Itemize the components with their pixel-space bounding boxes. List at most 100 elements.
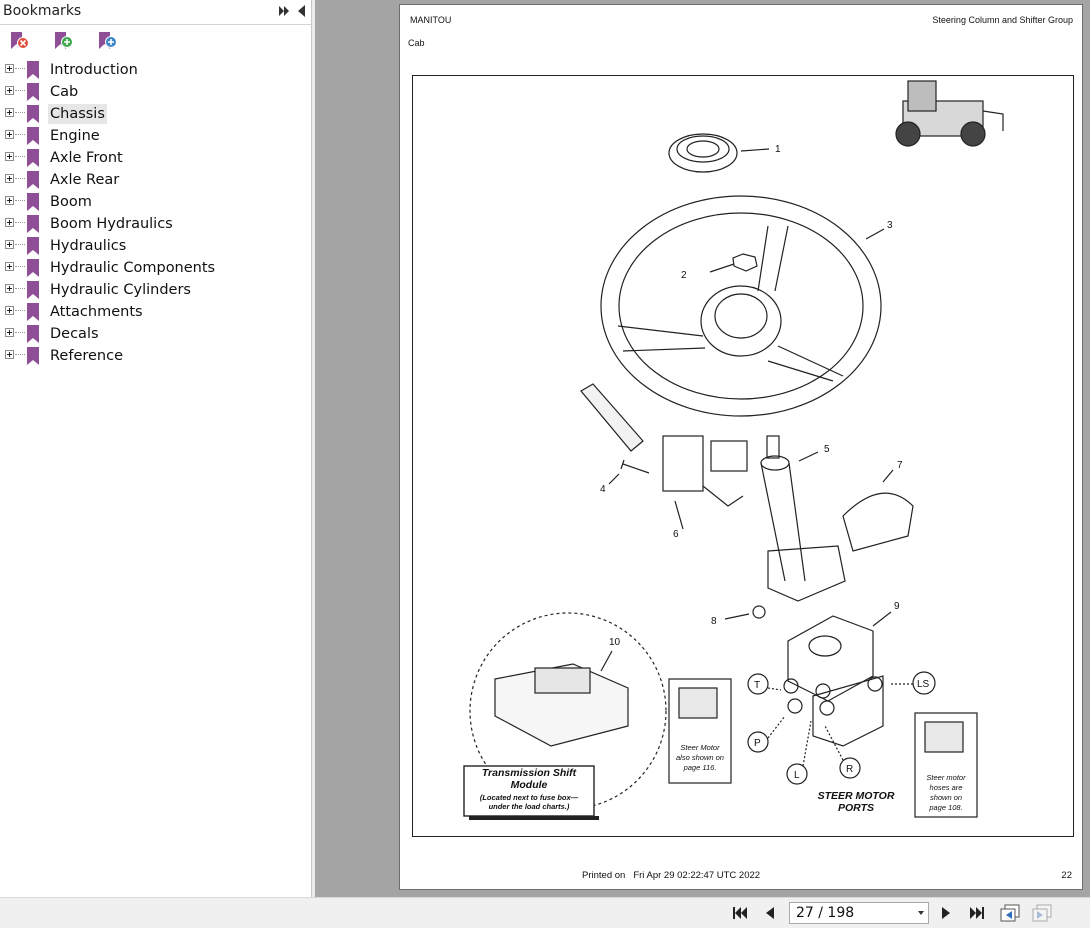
previous-page-icon[interactable] [761, 905, 779, 921]
bookmark-item[interactable]: Cab [0, 81, 311, 103]
page-number-display: 27 / 198 [796, 905, 855, 921]
bookmark-add-icon[interactable] [52, 30, 74, 52]
expand-icon[interactable] [5, 306, 14, 315]
telehandler-thumbnail [895, 80, 1004, 147]
go-back-view-icon[interactable] [999, 903, 1021, 923]
bookmark-icon [27, 83, 39, 101]
bookmark-label[interactable]: Boom Hydraulics [48, 214, 175, 234]
steer-motor-note-1: Steer Motor [680, 743, 720, 752]
expand-icon[interactable] [5, 130, 14, 139]
callout-8: 8 [711, 616, 717, 627]
collapse-panel-icon[interactable] [294, 3, 310, 19]
bookmark-icon [27, 347, 39, 365]
last-page-icon[interactable] [968, 905, 986, 921]
port-label-r: R [846, 764, 853, 775]
expand-icon[interactable] [5, 64, 14, 73]
tree-connector [15, 222, 25, 223]
bookmark-icon [27, 237, 39, 255]
bookmark-label[interactable]: Decals [48, 324, 101, 344]
callout-1: 1 [775, 144, 781, 155]
bookmark-item[interactable]: Attachments [0, 301, 311, 323]
bookmark-label[interactable]: Hydraulic Cylinders [48, 280, 193, 300]
callout-2: 2 [681, 270, 687, 281]
tree-connector [15, 288, 25, 289]
module-caption-title-2: Module [511, 779, 548, 791]
expand-icon[interactable] [5, 196, 14, 205]
bookmarks-panel: Bookmarks Introduction Cab Chassis Engine Ax… [0, 0, 312, 897]
steer-motor-note-2: also shown on [676, 753, 724, 762]
bookmark-label[interactable]: Introduction [48, 60, 140, 80]
bookmark-icon [27, 171, 39, 189]
expand-icon[interactable] [5, 108, 14, 117]
bookmark-item[interactable]: Engine [0, 125, 311, 147]
bookmark-item[interactable]: Chassis [0, 103, 311, 125]
bookmark-item[interactable]: Axle Rear [0, 169, 311, 191]
page-number: 22 [1061, 870, 1072, 881]
bookmark-item[interactable]: Hydraulics [0, 235, 311, 257]
page-number-select[interactable]: 27 / 198 [789, 902, 929, 924]
bookmark-label[interactable]: Axle Front [48, 148, 125, 168]
bookmark-delete-icon[interactable] [8, 30, 30, 52]
bookmark-icon [27, 105, 39, 123]
bookmark-label[interactable]: Cab [48, 82, 80, 102]
bookmark-item[interactable]: Boom Hydraulics [0, 213, 311, 235]
expand-panel-icon[interactable] [276, 3, 292, 19]
steer-hoses-note-4: page 108. [928, 803, 962, 812]
chevron-down-icon[interactable] [918, 911, 924, 915]
bolt-part [620, 459, 650, 474]
steer-hoses-note-2: hoses are [930, 783, 963, 792]
page-brand: MANITOU [410, 15, 452, 25]
go-forward-view-icon[interactable] [1031, 903, 1053, 923]
bookmark-item[interactable]: Introduction [0, 59, 311, 81]
tree-connector [15, 134, 25, 135]
callout-4: 4 [600, 484, 606, 495]
expand-icon[interactable] [5, 86, 14, 95]
bookmark-label[interactable]: Engine [48, 126, 102, 146]
bookmark-item[interactable]: Decals [0, 323, 311, 345]
bookmark-icon [27, 127, 39, 145]
expand-icon[interactable] [5, 152, 14, 161]
tree-connector [15, 266, 25, 267]
tree-connector [15, 244, 25, 245]
steer-ports-title-2: PORTS [838, 802, 874, 814]
page-subsection: Cab [408, 38, 425, 48]
expand-icon[interactable] [5, 174, 14, 183]
port-label-l: L [794, 770, 800, 781]
expand-icon[interactable] [5, 350, 14, 359]
module-caption-note-2: under the load charts.) [489, 802, 570, 811]
tree-connector [15, 156, 25, 157]
bookmark-item[interactable]: Reference [0, 345, 311, 367]
expand-icon[interactable] [5, 328, 14, 337]
bookmark-label[interactable]: Reference [48, 346, 125, 366]
expand-icon[interactable] [5, 262, 14, 271]
bookmark-icon [27, 303, 39, 321]
bookmark-icon [27, 61, 39, 79]
bookmark-properties-icon[interactable] [96, 30, 118, 52]
bookmark-label[interactable]: Hydraulic Components [48, 258, 217, 278]
page-section-title: Steering Column and Shifter Group [932, 15, 1073, 25]
tree-connector [15, 354, 25, 355]
expand-icon[interactable] [5, 284, 14, 293]
bookmark-item[interactable]: Hydraulic Components [0, 257, 311, 279]
port-label-p: P [754, 738, 761, 749]
next-page-icon[interactable] [937, 905, 955, 921]
bookmark-icon [27, 193, 39, 211]
bookmark-icon [27, 259, 39, 277]
bookmark-item[interactable]: Hydraulic Cylinders [0, 279, 311, 301]
bookmark-label[interactable]: Axle Rear [48, 170, 121, 190]
first-page-icon[interactable] [731, 905, 749, 921]
bookmark-label[interactable]: Hydraulics [48, 236, 128, 256]
steer-motor-note-3: page 116. [683, 763, 717, 772]
callout-10: 10 [609, 637, 621, 648]
expand-icon[interactable] [5, 240, 14, 249]
bookmark-label[interactable]: Chassis [48, 104, 107, 124]
expand-icon[interactable] [5, 218, 14, 227]
bookmark-item[interactable]: Axle Front [0, 147, 311, 169]
bookmarks-tree: Introduction Cab Chassis Engine Axle Front Ax… [0, 59, 311, 367]
bookmark-icon [27, 281, 39, 299]
callout-9: 9 [894, 601, 900, 612]
bookmarks-header: Bookmarks [0, 0, 311, 25]
bookmark-label[interactable]: Attachments [48, 302, 145, 322]
bookmark-item[interactable]: Boom [0, 191, 311, 213]
bookmark-label[interactable]: Boom [48, 192, 94, 212]
